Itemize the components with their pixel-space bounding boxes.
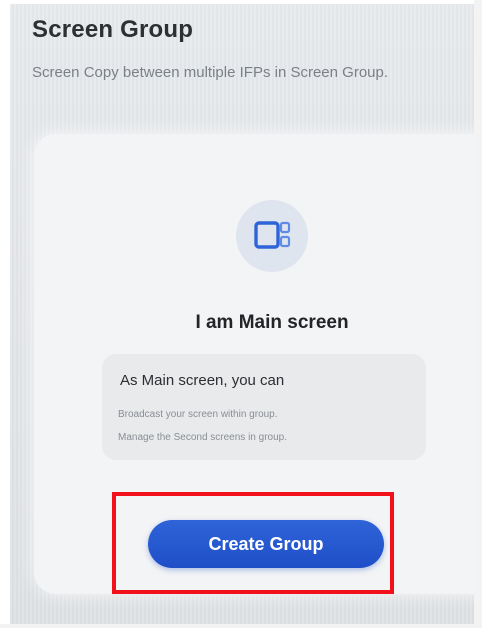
page-subtitle: Screen Copy between multiple IFPs in Scr…	[32, 64, 389, 81]
capabilities-title: As Main screen, you can	[120, 372, 285, 389]
create-group-button[interactable]: Create Group	[148, 520, 384, 568]
photo-margin-bottom	[0, 624, 482, 628]
photo-margin-right	[474, 0, 482, 628]
capability-item: Broadcast your screen within group.	[118, 409, 278, 420]
capabilities-box: As Main screen, you can Broadcast your s…	[102, 354, 426, 460]
main-screen-heading: I am Main screen	[195, 312, 349, 333]
screen-photo: Screen Group Screen Copy between multipl…	[10, 4, 482, 624]
page-title: Screen Group	[32, 16, 194, 43]
main-screen-card: I am Main screen As Main screen, you can…	[34, 134, 482, 594]
screen-group-icon	[254, 221, 291, 249]
capability-item: Manage the Second screens in group.	[118, 432, 287, 443]
icon-badge	[236, 200, 308, 272]
